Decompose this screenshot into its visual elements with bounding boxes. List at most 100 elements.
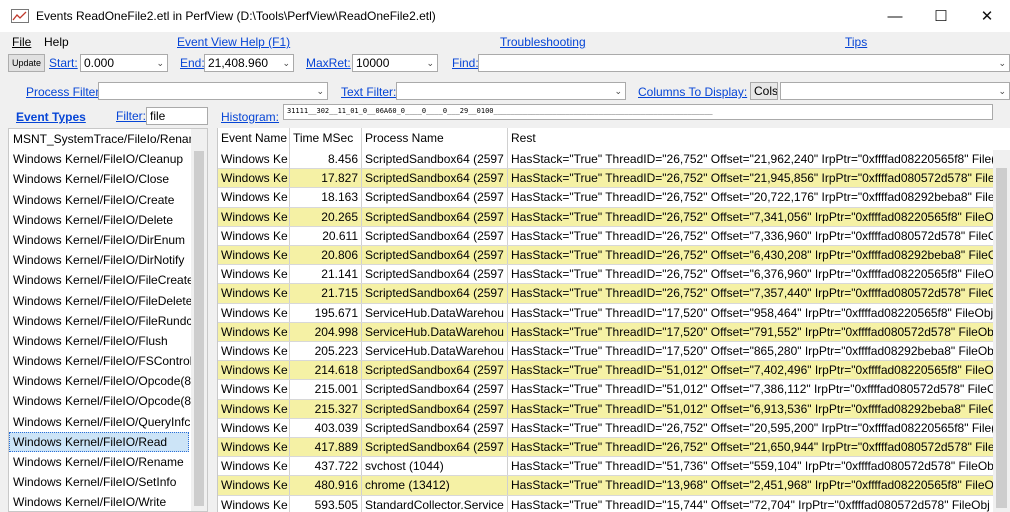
process-name-cell: ScriptedSandbox64 (2597 <box>362 438 508 457</box>
process-name-cell: ScriptedSandbox64 (2597 <box>362 150 508 169</box>
text-filter-combo[interactable]: ⌄ <box>396 82 626 100</box>
update-button[interactable]: Update <box>8 54 46 72</box>
grid-scrollbar[interactable] <box>993 150 1010 512</box>
event-name-cell: Windows Ke <box>218 476 290 495</box>
rest-cell: HasStack="True" ThreadID="51,012" Offset… <box>511 363 993 378</box>
process-filter-label[interactable]: Process Filter: <box>26 85 103 99</box>
event-types-list[interactable]: MSNT_SystemTrace/FileIo/Renam Windows Ker… <box>8 128 208 512</box>
menu-help[interactable]: Help <box>44 35 69 49</box>
time-msec-cell: 437.722 <box>290 457 362 476</box>
event-type-item[interactable]: Windows Kernel/FileIO/Read <box>9 431 189 452</box>
perfview-app-icon <box>11 9 29 23</box>
event-type-item[interactable]: Windows Kernel/FileIO/QueryInfc <box>9 412 193 432</box>
event-name-cell: Windows Ke <box>218 226 290 245</box>
event-type-item[interactable]: Windows Kernel/FileIO/SetInfo <box>9 472 193 492</box>
scrollbar-thumb[interactable] <box>194 151 204 506</box>
find-label[interactable]: Find: <box>452 56 479 70</box>
event-type-item[interactable]: Windows Kernel/FileIO/Rename <box>9 452 193 472</box>
rest-cell: HasStack="True" ThreadID="26,752" Offset… <box>511 440 993 454</box>
table-row[interactable]: Windows Ke 437.722 svchost (1044) HasStack=… <box>218 457 993 477</box>
event-type-item[interactable]: Windows Kernel/FileIO/Cleanup <box>9 149 193 169</box>
table-row[interactable]: Windows Ke 21.141 ScriptedSandbox64 (2597 H… <box>218 265 993 285</box>
maxret-combo[interactable]: 10000 ⌄ <box>352 54 438 72</box>
event-type-item[interactable]: Windows Kernel/FileIO/Close <box>9 169 193 189</box>
column-header-process-name[interactable]: Process Name <box>362 128 508 150</box>
table-row[interactable]: Windows Ke 204.998 ServiceHub.DataWarehou H… <box>218 322 993 342</box>
column-header-rest[interactable]: Rest <box>508 128 993 150</box>
event-types-scrollbar[interactable] <box>191 129 207 511</box>
event-type-item[interactable]: Windows Kernel/FileIO/Delete <box>9 210 193 230</box>
column-header-time-msec[interactable]: Time MSec <box>290 128 362 150</box>
column-header-event-name[interactable]: Event Name <box>218 128 290 150</box>
end-label[interactable]: End: <box>180 56 205 70</box>
minimize-button[interactable]: — <box>872 0 918 32</box>
process-name-cell: ScriptedSandbox64 (2597 <box>362 284 508 303</box>
table-row[interactable]: Windows Ke 20.611 ScriptedSandbox64 (2597 H… <box>218 226 993 246</box>
event-type-item[interactable]: Windows Kernel/FileIO/Write <box>9 492 193 511</box>
table-row[interactable]: Windows Ke 214.618 ScriptedSandbox64 (2597… <box>218 361 993 381</box>
table-row[interactable]: Windows Ke 20.265 ScriptedSandbox64 (2597 H… <box>218 207 993 227</box>
time-msec-cell: 215.327 <box>290 399 362 418</box>
start-label[interactable]: Start: <box>49 56 78 70</box>
event-type-item[interactable]: Windows Kernel/FileIO/Flush <box>9 331 193 351</box>
histogram-label[interactable]: Histogram: <box>221 110 279 124</box>
event-type-item[interactable]: Windows Kernel/FileIO/FSControl <box>9 351 193 371</box>
maximize-button[interactable]: ☐ <box>918 0 964 32</box>
text-filter-label[interactable]: Text Filter: <box>341 85 396 99</box>
table-row[interactable]: Windows Ke 593.505 StandardCollector.Servi… <box>218 495 993 512</box>
table-row[interactable]: Windows Ke 20.806 ScriptedSandbox64 (2597 H… <box>218 246 993 266</box>
event-type-item[interactable]: Windows Kernel/FileIO/Opcode(8 <box>9 371 193 391</box>
table-row[interactable]: Windows Ke 195.671 ServiceHub.DataWarehou H… <box>218 303 993 323</box>
title-bar: Events ReadOneFile2.etl in PerfView (D:\… <box>0 0 1010 32</box>
time-msec-cell: 20.265 <box>290 207 362 226</box>
event-type-item[interactable]: Windows Kernel/FileIO/Create <box>9 190 193 210</box>
maxret-label[interactable]: MaxRet: <box>306 56 351 70</box>
events-grid[interactable]: Event Name Time MSec Process Name Rest W… <box>217 128 1010 512</box>
event-type-item[interactable]: Windows Kernel/FileIO/FileRundc <box>9 311 193 331</box>
event-filter-input[interactable]: file <box>146 107 208 125</box>
find-combo[interactable]: ⌄ <box>478 54 1010 72</box>
time-msec-cell: 21.141 <box>290 265 362 284</box>
process-filter-combo[interactable]: ⌄ <box>98 82 328 100</box>
table-row[interactable]: Windows Ke 21.715 ScriptedSandbox64 (2597 H… <box>218 284 993 304</box>
close-button[interactable]: ✕ <box>964 0 1010 32</box>
rest-cell: HasStack="True" ThreadID="26,752" Offset… <box>511 267 993 282</box>
table-row[interactable]: Windows Ke 403.039 ScriptedSandbox64 (2597… <box>218 418 993 438</box>
event-type-item[interactable]: Windows Kernel/FileIO/DirNotify <box>9 250 193 270</box>
process-name-cell: ScriptedSandbox64 (2597 <box>362 226 508 245</box>
rest-cell: HasStack="True" ThreadID="26,752" Offset… <box>511 152 993 166</box>
cols-button[interactable]: Cols <box>750 82 778 100</box>
event-type-item[interactable]: Windows Kernel/FileIO/DirEnum <box>9 230 193 250</box>
histogram-field[interactable]: 31111__302__11_01_0__06A60_0____0____0__… <box>283 104 993 120</box>
time-msec-cell: 215.001 <box>290 380 362 399</box>
start-time-value: 0.000 <box>84 56 115 70</box>
table-row[interactable]: Windows Ke 17.827 ScriptedSandbox64 (2597 H… <box>218 169 993 189</box>
tips-link[interactable]: Tips <box>845 35 867 49</box>
table-row[interactable]: Windows Ke 18.163 ScriptedSandbox64 (2597 H… <box>218 188 993 208</box>
time-msec-cell: 21.715 <box>290 284 362 303</box>
window-title: Events ReadOneFile2.etl in PerfView (D:\… <box>36 9 436 23</box>
table-row[interactable]: Windows Ke 8.456 ScriptedSandbox64 (2597 Ha… <box>218 150 993 170</box>
event-name-cell: Windows Ke <box>218 246 290 265</box>
columns-to-display-label[interactable]: Columns To Display: <box>638 85 747 99</box>
table-row[interactable]: Windows Ke 417.889 ScriptedSandbox64 (2597… <box>218 438 993 458</box>
table-row[interactable]: Windows Ke 215.001 ScriptedSandbox64 (2597… <box>218 380 993 400</box>
table-row[interactable]: Windows Ke 480.916 chrome (13412) HasStack=… <box>218 476 993 496</box>
event-type-item[interactable]: Windows Kernel/FileIO/FileCreate <box>9 270 193 290</box>
event-name-cell: Windows Ke <box>218 284 290 303</box>
troubleshooting-link[interactable]: Troubleshooting <box>500 35 586 49</box>
event-view-help-link[interactable]: Event View Help (F1) <box>177 35 290 49</box>
event-filter-label[interactable]: Filter: <box>116 109 146 123</box>
event-type-item[interactable]: MSNT_SystemTrace/FileIo/Renam <box>9 129 193 149</box>
event-type-item[interactable]: Windows Kernel/FileIO/FileDelete <box>9 291 193 311</box>
event-type-item[interactable]: Windows Kernel/FileIO/Opcode(8 <box>9 391 193 411</box>
menu-file[interactable]: File <box>12 35 31 49</box>
scrollbar-thumb[interactable] <box>996 168 1007 508</box>
end-time-combo[interactable]: 21,408.960 ⌄ <box>204 54 294 72</box>
rest-cell: HasStack="True" ThreadID="17,520" Offset… <box>511 324 993 339</box>
event-types-label[interactable]: Event Types <box>16 110 86 124</box>
table-row[interactable]: Windows Ke 205.223 ServiceHub.DataWarehou H… <box>218 342 993 362</box>
table-row[interactable]: Windows Ke 215.327 ScriptedSandbox64 (2597… <box>218 399 993 419</box>
columns-combo[interactable]: ⌄ <box>780 82 1010 100</box>
start-time-combo[interactable]: 0.000 ⌄ <box>80 54 168 72</box>
